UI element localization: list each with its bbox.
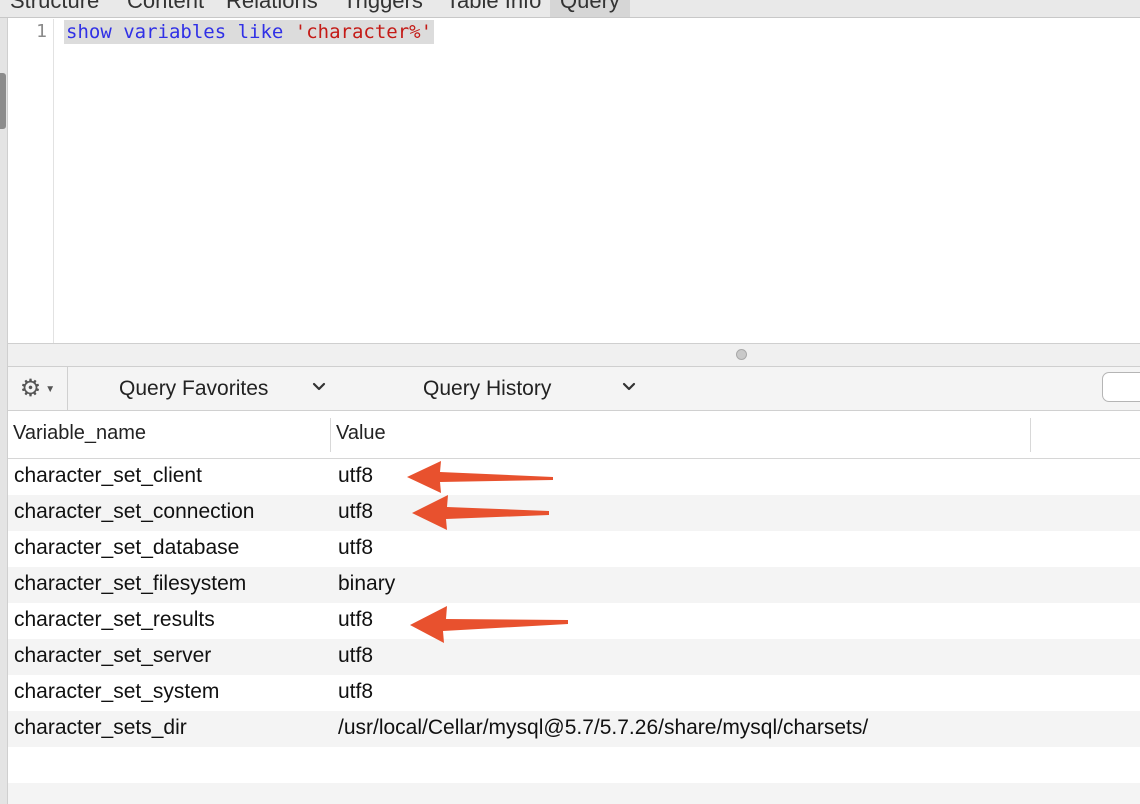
cell-value: utf8 <box>338 500 374 523</box>
table-row[interactable]: character_set_client utf8 <box>8 459 1140 495</box>
table-row[interactable]: character_set_connection utf8 <box>8 495 1140 531</box>
results-table: Variable_name Value character_set_client… <box>8 412 1140 804</box>
table-row[interactable]: character_set_filesystem binary <box>8 567 1140 603</box>
cell-value: utf8 <box>338 608 374 631</box>
cell-value: binary <box>338 572 396 595</box>
table-row[interactable]: character_set_results utf8 <box>8 603 1140 639</box>
cell-value: utf8 <box>338 536 374 559</box>
table-row[interactable]: character_set_database utf8 <box>8 531 1140 567</box>
tab-bar: Structure Content Relations Triggers Tab… <box>0 0 1140 18</box>
cell-variable-name: character_set_database <box>14 536 240 559</box>
gear-menu-button[interactable]: ⚙ ▼ <box>8 367 68 411</box>
query-favorites-button[interactable]: Query Favorites <box>119 367 268 411</box>
tab-content[interactable]: Content <box>127 0 204 14</box>
column-separator[interactable] <box>330 418 331 452</box>
query-history-button[interactable]: Query History <box>423 367 551 411</box>
query-window: Structure Content Relations Triggers Tab… <box>0 0 1140 804</box>
gear-icon: ⚙ <box>19 375 42 402</box>
tab-query[interactable]: Query <box>550 0 630 17</box>
cell-value: /usr/local/Cellar/mysql@5.7/5.7.26/share… <box>338 716 869 739</box>
cell-value: utf8 <box>338 680 374 703</box>
line-number: 1 <box>36 21 47 42</box>
cell-value: utf8 <box>338 464 374 487</box>
cell-value: utf8 <box>338 644 374 667</box>
line-number-gutter: 1 <box>8 19 54 343</box>
split-divider[interactable] <box>8 343 1140 367</box>
query-toolbar: ⚙ ▼ Query Favorites Query History <box>8 367 1140 411</box>
cell-variable-name: character_set_filesystem <box>14 572 247 595</box>
divider-grip-icon[interactable] <box>736 349 747 360</box>
column-header-value[interactable]: Value <box>336 422 386 445</box>
table-header: Variable_name Value <box>8 412 1140 459</box>
tab-structure[interactable]: Structure <box>10 0 99 14</box>
query-text[interactable]: show variables like 'character%' <box>64 20 435 44</box>
sql-string-literal: 'character%' <box>294 21 433 43</box>
caret-down-icon: ▼ <box>45 383 56 395</box>
table-row[interactable]: character_set_server utf8 <box>8 639 1140 675</box>
window-left-edge <box>0 18 8 804</box>
cell-variable-name: character_sets_dir <box>14 716 187 739</box>
tab-relations[interactable]: Relations <box>226 0 318 14</box>
cell-variable-name: character_set_connection <box>14 500 255 523</box>
query-history-label: Query History <box>423 377 552 400</box>
chevron-down-icon[interactable] <box>309 377 329 397</box>
cell-variable-name: character_set_system <box>14 680 220 703</box>
query-favorites-label: Query Favorites <box>119 377 269 400</box>
cell-variable-name: character_set_client <box>14 464 202 487</box>
chevron-down-icon[interactable] <box>619 377 639 397</box>
column-separator[interactable] <box>1030 418 1031 452</box>
tab-table-info[interactable]: Table Info <box>446 0 541 14</box>
table-row[interactable]: character_sets_dir /usr/local/Cellar/mys… <box>8 711 1140 747</box>
empty-row <box>8 747 1140 783</box>
query-editor[interactable]: 1 show variables like 'character%' <box>8 19 1140 343</box>
cell-variable-name: character_set_results <box>14 608 215 631</box>
empty-row <box>8 783 1140 804</box>
column-header-variable-name[interactable]: Variable_name <box>13 422 146 445</box>
search-field[interactable] <box>1102 372 1140 402</box>
table-row[interactable]: character_set_system utf8 <box>8 675 1140 711</box>
scrollbar-thumb[interactable] <box>0 73 6 129</box>
cell-variable-name: character_set_server <box>14 644 212 667</box>
sql-keywords: show variables like <box>66 21 284 43</box>
tab-triggers[interactable]: Triggers <box>343 0 423 14</box>
